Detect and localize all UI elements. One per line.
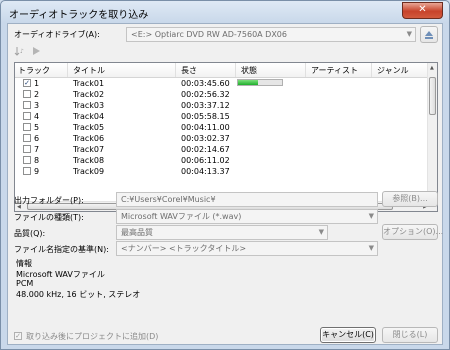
play-icon <box>33 47 40 55</box>
track-number: 5 <box>34 123 40 132</box>
naming-value: <ナンバー> <トラックタイトル> <box>121 244 247 253</box>
play-button[interactable] <box>30 45 42 57</box>
track-title: Track06 <box>73 134 105 143</box>
vertical-scroll-thumb[interactable] <box>429 77 436 115</box>
table-row[interactable]: 9 Track09 00:04:13.37 <box>15 166 429 177</box>
audio-drive-label: オーディオドライブ(A): <box>14 30 100 39</box>
track-length: 00:04:13.37 <box>181 167 230 176</box>
table-row[interactable]: 6 Track06 00:03:02.37 <box>15 133 429 144</box>
column-header-status[interactable]: 状態 <box>241 65 257 76</box>
track-checkbox[interactable] <box>23 145 31 153</box>
vertical-scrollbar[interactable]: ▲ ▼ <box>427 63 437 202</box>
track-checkbox[interactable] <box>23 90 31 98</box>
track-length: 00:04:11.00 <box>181 123 230 132</box>
eject-button[interactable] <box>420 26 438 43</box>
table-row[interactable]: ✓ 1 Track01 00:03:45.60 <box>15 78 429 89</box>
info-codec: PCM <box>16 279 34 288</box>
info-panel: 情報 Microsoft WAVファイル PCM 48.000 kHz, 16 … <box>14 256 438 314</box>
track-checkbox[interactable] <box>23 167 31 175</box>
table-row[interactable]: 4 Track04 00:05:58.15 <box>15 111 429 122</box>
track-number: 6 <box>34 134 40 143</box>
track-number: 7 <box>34 145 40 154</box>
track-title: Track08 <box>73 156 105 165</box>
track-number: 9 <box>34 167 40 176</box>
table-row[interactable]: 7 Track07 00:02:14.67 <box>15 144 429 155</box>
track-checkbox[interactable] <box>23 123 31 131</box>
track-checkbox[interactable] <box>23 101 31 109</box>
track-info-button[interactable]: ♪ <box>14 45 26 57</box>
track-title: Track09 <box>73 167 105 176</box>
rip-progress-bar <box>237 79 283 86</box>
table-row[interactable]: 5 Track05 00:04:11.00 <box>15 122 429 133</box>
track-title: Track01 <box>73 79 105 88</box>
track-number: 2 <box>34 90 40 99</box>
table-header: トラック タイトル 長さ 状態 アーティスト ジャンル <box>15 63 429 78</box>
track-number: 8 <box>34 156 40 165</box>
quality-value: 最高品質 <box>121 228 153 237</box>
rip-progress-fill <box>238 80 258 85</box>
column-header-title[interactable]: タイトル <box>73 65 105 76</box>
track-checkbox[interactable] <box>23 156 31 164</box>
window-close-button[interactable]: ✕ <box>402 2 443 19</box>
browse-button[interactable]: 参照(B)... <box>382 191 438 207</box>
track-info-icon: ♪ <box>14 47 24 56</box>
table-row[interactable]: 8 Track08 00:06:11.02 <box>15 155 429 166</box>
window-title: オーディオトラックを取り込み <box>9 10 149 21</box>
track-title: Track05 <box>73 123 105 132</box>
naming-label: ファイル名指定の基準(N): <box>14 245 109 254</box>
track-length: 00:02:56.32 <box>181 90 230 99</box>
naming-select[interactable]: <ナンバー> <トラックタイトル> ▼ <box>116 241 378 256</box>
quality-label: 品質(Q): <box>14 229 46 238</box>
dialog-window: オーディオトラックを取り込み ✕ オーディオドライブ(A): <E:> Opti… <box>0 0 450 350</box>
output-folder-label: 出力フォルダー(P): <box>14 196 84 205</box>
track-title: Track03 <box>73 101 105 110</box>
quality-select[interactable]: 最高品質 ▼ <box>116 225 328 240</box>
track-length: 00:06:11.02 <box>181 156 230 165</box>
track-number: 4 <box>34 112 40 121</box>
close-button[interactable]: 閉じる(L) <box>382 327 438 343</box>
table-row[interactable]: 3 Track03 00:03:37.12 <box>15 100 429 111</box>
chevron-down-icon: ▼ <box>318 228 324 236</box>
file-type-select[interactable]: Microsoft WAVファイル (*.wav) ▼ <box>116 209 378 224</box>
add-to-project-label: 取り込み後にプロジェクトに追加(D) <box>26 332 159 341</box>
dialog-client: オーディオドライブ(A): <E:> Optiarc DVD RW AD-756… <box>7 23 443 345</box>
table-row[interactable]: 2 Track02 00:02:56.32 <box>15 89 429 100</box>
track-title: Track02 <box>73 90 105 99</box>
eject-icon <box>425 31 433 39</box>
output-folder-field[interactable]: C:¥Users¥Corel¥Music¥ <box>116 192 378 207</box>
column-header-genre[interactable]: ジャンル <box>377 65 409 76</box>
info-heading: 情報 <box>16 259 32 268</box>
track-checkbox[interactable]: ✓ <box>23 79 31 87</box>
audio-drive-value: <E:> Optiarc DVD RW AD-7560A DX06 <box>131 30 287 39</box>
chevron-down-icon: ▼ <box>368 212 374 220</box>
scroll-up-icon[interactable]: ▲ <box>430 65 434 71</box>
track-length: 00:03:37.12 <box>181 101 230 110</box>
track-length: 00:02:14.67 <box>181 145 230 154</box>
svg-text:♪: ♪ <box>20 48 24 55</box>
track-checkbox[interactable] <box>23 134 31 142</box>
track-title: Track04 <box>73 112 105 121</box>
column-header-track[interactable]: トラック <box>18 65 50 76</box>
info-audio-spec: 48.000 kHz, 16 ビット, ステレオ <box>16 290 141 299</box>
track-checkbox[interactable] <box>23 112 31 120</box>
track-length: 00:05:58.15 <box>181 112 230 121</box>
track-table[interactable]: トラック タイトル 長さ 状態 アーティスト ジャンル ✓ 1 Track01 … <box>14 62 438 212</box>
file-type-value: Microsoft WAVファイル (*.wav) <box>121 212 242 221</box>
track-length: 00:03:02.37 <box>181 134 230 143</box>
track-number: 1 <box>34 79 40 88</box>
cancel-button[interactable]: キャンセル(C) <box>320 327 376 343</box>
track-number: 3 <box>34 101 40 110</box>
audio-drive-select[interactable]: <E:> Optiarc DVD RW AD-7560A DX06 ▼ <box>126 27 416 42</box>
column-header-length[interactable]: 長さ <box>181 65 197 76</box>
chevron-down-icon: ▼ <box>406 30 412 38</box>
title-bar[interactable]: オーディオトラックを取り込み ✕ <box>1 1 449 23</box>
track-length: 00:03:45.60 <box>181 79 230 88</box>
track-title: Track07 <box>73 145 105 154</box>
file-type-label: ファイルの種類(T): <box>14 213 84 222</box>
add-to-project-checkbox[interactable]: ✓ <box>14 332 22 340</box>
chevron-down-icon: ▼ <box>368 244 374 252</box>
options-button[interactable]: オプション(O)... <box>382 224 443 240</box>
column-header-artist[interactable]: アーティスト <box>311 65 358 76</box>
